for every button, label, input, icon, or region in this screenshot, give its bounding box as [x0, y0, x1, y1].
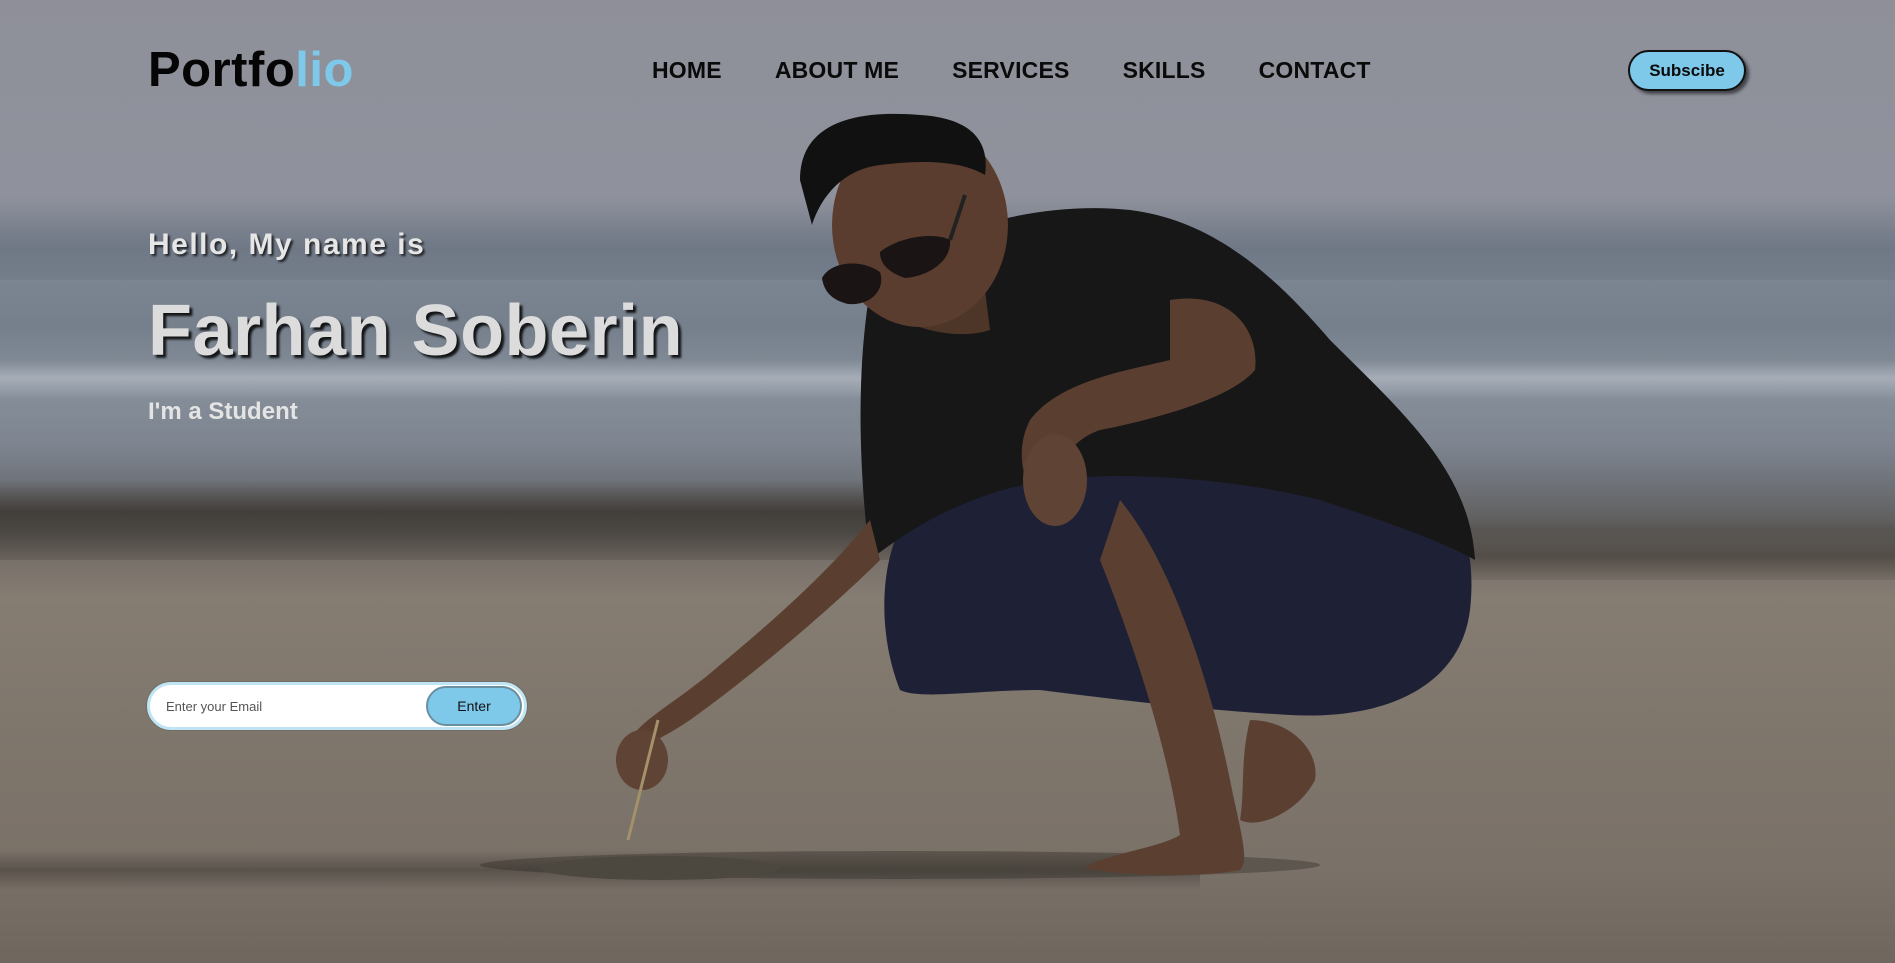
nav-links: HOME ABOUT ME SERVICES SKILLS CONTACT: [652, 57, 1371, 84]
hero-name: Farhan Soberin: [148, 291, 684, 371]
hero-greeting: Hello, My name is: [148, 228, 426, 261]
logo-accent-text: lio: [295, 43, 354, 97]
nav-link-about-me[interactable]: ABOUT ME: [775, 57, 899, 84]
enter-button[interactable]: Enter: [426, 686, 522, 726]
navbar: Portfolio HOME ABOUT ME SERVICES SKILLS …: [0, 0, 1895, 140]
nav-link-home[interactable]: HOME: [652, 57, 722, 84]
logo[interactable]: Portfolio: [148, 42, 354, 98]
email-input[interactable]: [150, 685, 426, 727]
hero-background-photo: [0, 0, 1895, 963]
nav-link-services[interactable]: SERVICES: [952, 57, 1070, 84]
logo-main-text: Portfo: [148, 43, 296, 97]
background-rocks-right: [1465, 520, 1895, 580]
background-sand-shadow: [0, 850, 1200, 890]
hero-role: I'm a Student: [148, 398, 298, 425]
subscribe-button[interactable]: Subscibe: [1628, 50, 1746, 91]
background-rocks: [0, 480, 950, 560]
nav-link-contact[interactable]: CONTACT: [1259, 57, 1371, 84]
email-form: Enter: [147, 682, 527, 730]
nav-link-skills[interactable]: SKILLS: [1123, 57, 1206, 84]
